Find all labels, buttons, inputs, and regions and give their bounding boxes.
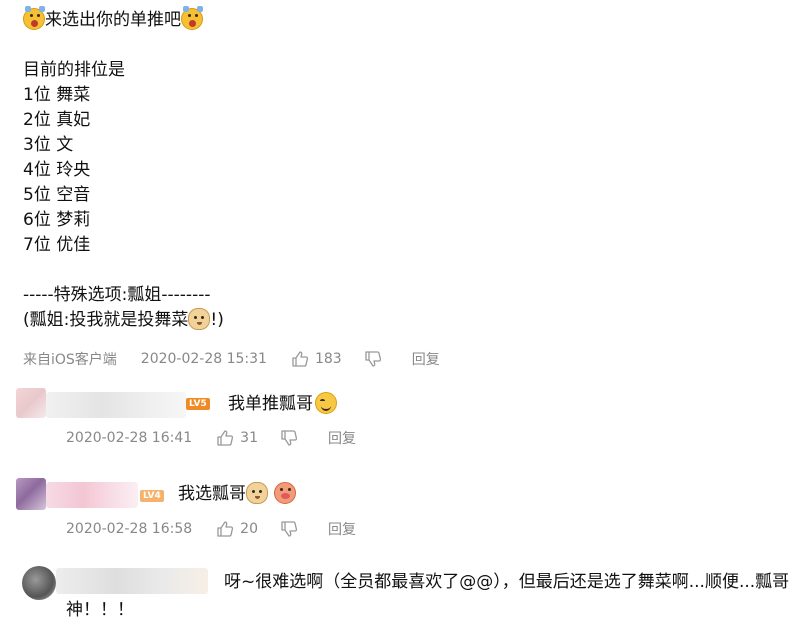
comment-text: 我选瓢哥 xyxy=(178,482,296,506)
reply-link[interactable]: 回复 xyxy=(328,428,356,448)
post-source: 来自iOS客户端 xyxy=(23,352,117,368)
like-button[interactable]: 20 xyxy=(216,520,258,538)
level-badge: LV4 xyxy=(140,490,164,502)
comment-text-continued: 神！！！ xyxy=(66,600,134,620)
username-blurred[interactable] xyxy=(46,392,186,418)
post-title: 来选出你的单推吧 xyxy=(45,10,181,30)
post-title-line: 来选出你的单推吧 xyxy=(23,6,793,33)
like-count: 31 xyxy=(240,430,258,446)
pig-emoji-icon xyxy=(274,482,296,504)
thumbs-up-icon xyxy=(217,430,234,446)
post-body: 来选出你的单推吧 目前的排位是 1位 舞菜 2位 真妃 3位 文 4位 玲央 5… xyxy=(23,6,793,333)
like-button[interactable]: 31 xyxy=(216,429,258,447)
special-option-line: -----特殊选项:瓢姐-------- xyxy=(23,285,211,305)
thumbs-up-icon xyxy=(217,521,234,537)
doge-emoji-icon xyxy=(246,482,268,504)
ranking-item: 7位 优佳 xyxy=(23,235,91,255)
post-meta-row: 来自iOS客户端 2020-02-28 15:31 183 回复 xyxy=(23,348,440,370)
ranking-item: 3位 文 xyxy=(23,135,74,155)
shock-face-emoji-icon xyxy=(181,6,203,30)
reply-link[interactable]: 回复 xyxy=(328,519,356,539)
comment-meta-row: 2020-02-28 16:58 20 回复 xyxy=(66,518,356,540)
shock-face-emoji-icon xyxy=(23,6,45,30)
comment-text: 呀~很难选啊（全员都最喜欢了@@），但最后还是选了舞菜啊...顺便...瓢哥 xyxy=(224,572,790,592)
comment-text: 我单推瓢哥 xyxy=(228,392,337,416)
username-blurred[interactable] xyxy=(46,482,138,508)
username-blurred[interactable] xyxy=(56,568,208,594)
level-badge: LV5 xyxy=(186,398,210,410)
like-count: 183 xyxy=(314,351,342,367)
ranking-item: 6位 梦莉 xyxy=(23,210,91,230)
like-button[interactable]: 183 xyxy=(291,350,342,368)
dislike-button[interactable] xyxy=(280,429,298,447)
like-count: 20 xyxy=(240,521,258,537)
special-note: (瓢姐:投我就是投舞菜!) xyxy=(23,308,224,330)
avatar[interactable] xyxy=(16,478,46,510)
post-time: 2020-02-28 15:31 xyxy=(140,351,267,367)
smile-emoji-icon xyxy=(315,392,337,414)
thumbs-down-icon xyxy=(281,521,298,537)
comment-time: 2020-02-28 16:58 xyxy=(66,521,193,537)
dislike-button[interactable] xyxy=(364,350,382,368)
ranking-item: 4位 玲央 xyxy=(23,160,91,180)
ranking-item: 1位 舞菜 xyxy=(23,85,91,105)
comment-time: 2020-02-28 16:41 xyxy=(66,430,193,446)
avatar[interactable] xyxy=(16,388,46,418)
ranking-item: 5位 空音 xyxy=(23,185,91,205)
thumbs-down-icon xyxy=(365,351,381,367)
dislike-button[interactable] xyxy=(280,520,298,538)
doge-emoji-icon xyxy=(188,308,211,330)
comment-meta-row: 2020-02-28 16:41 31 回复 xyxy=(66,427,356,449)
ranking-item: 2位 真妃 xyxy=(23,110,91,130)
avatar[interactable] xyxy=(22,566,56,600)
thumbs-down-icon xyxy=(281,430,298,446)
ranking-heading: 目前的排位是 xyxy=(23,60,125,80)
reply-link[interactable]: 回复 xyxy=(412,349,440,369)
thumbs-up-icon xyxy=(292,351,309,367)
